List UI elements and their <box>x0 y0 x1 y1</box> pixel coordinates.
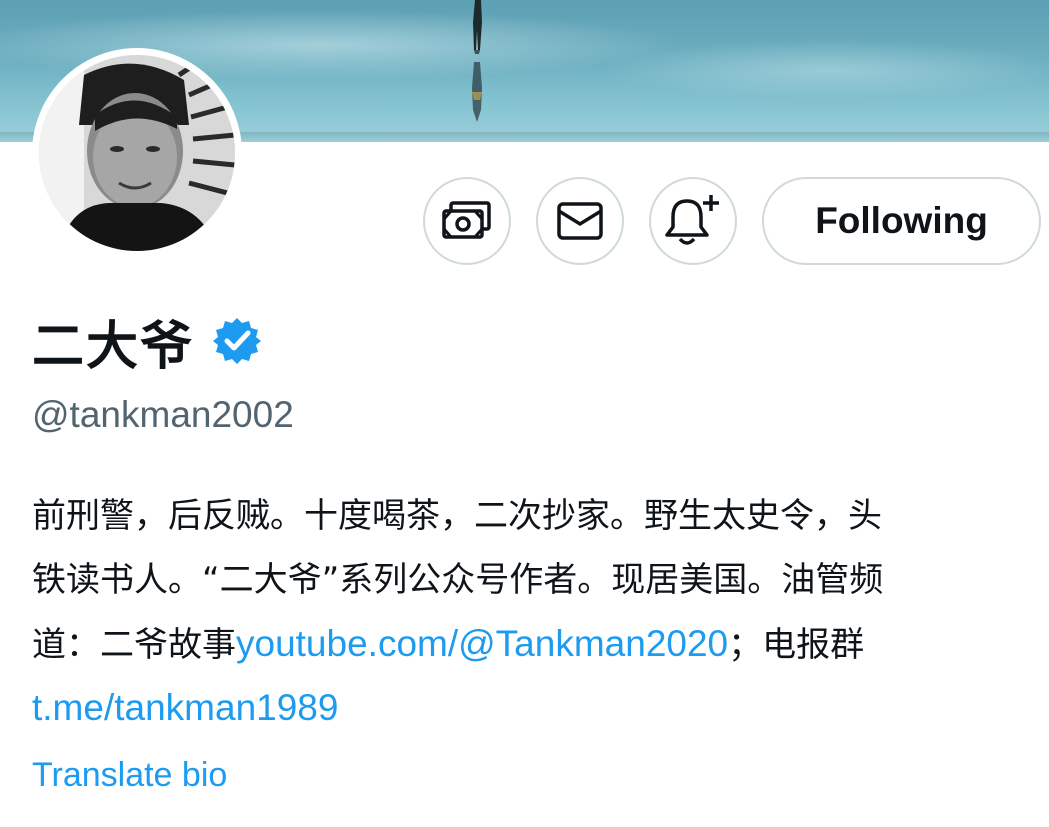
banner-shine-secondary <box>600 40 1049 100</box>
telegram-link[interactable]: t.me/tankman1989 <box>32 687 338 728</box>
profile-name-row: 二大爷 <box>32 305 262 377</box>
profile-bio: 前刑警，后反贼。十度喝茶，二次抄家。野生太史令，头 铁读书人。“二大爷”系列公众… <box>32 484 1032 740</box>
translate-bio-link[interactable]: Translate bio <box>32 756 227 795</box>
bio-text: 道：二爷故事 <box>32 625 236 665</box>
banner-figure <box>472 0 482 122</box>
avatar-photo <box>39 55 235 251</box>
bio-text: ；电报群 <box>728 625 865 665</box>
bell-plus-icon <box>665 195 719 245</box>
message-button[interactable] <box>536 177 624 265</box>
notifications-button[interactable] <box>649 177 737 265</box>
avatar[interactable] <box>32 48 242 258</box>
bio-line: 铁读书人。“二大爷”系列公众号作者。现居美国。油管频 <box>32 560 884 600</box>
following-button[interactable]: Following <box>762 177 1041 265</box>
bio-line: 道：二爷故事youtube.com/@Tankman2020；电报群 <box>32 612 1032 676</box>
verified-badge-icon[interactable] <box>212 316 262 366</box>
tip-button[interactable] <box>423 177 511 265</box>
profile-handle: @tankman2002 <box>32 394 294 435</box>
envelope-icon <box>557 202 603 240</box>
bio-line: t.me/tankman1989 <box>32 676 1032 740</box>
bio-line: 前刑警，后反贼。十度喝茶，二次抄家。野生太史令，头 <box>32 496 882 536</box>
money-icon <box>442 201 491 239</box>
display-name: 二大爷 <box>32 316 195 377</box>
youtube-link[interactable]: youtube.com/@Tankman2020 <box>236 623 728 664</box>
